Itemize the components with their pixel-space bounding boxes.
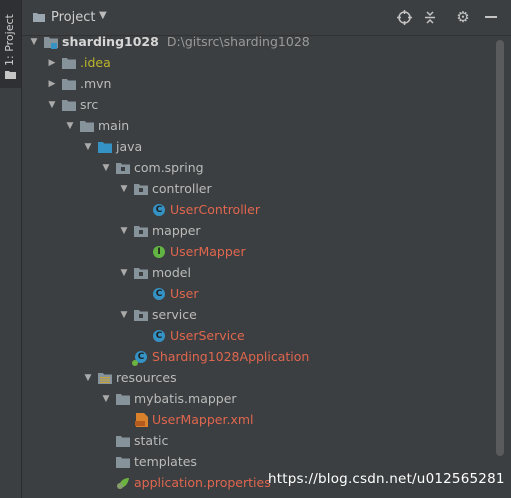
source-folder-icon [98, 140, 112, 154]
watermark: https://blog.csdn.net/u012565281 [268, 471, 505, 487]
tree-row[interactable]: ▶ .idea [46, 52, 111, 73]
tree-row[interactable]: ▶templates [100, 451, 197, 472]
tree-item-label: service [152, 307, 197, 322]
tree-row[interactable]: ▶CUserService [136, 325, 245, 346]
resources-folder-icon [98, 371, 112, 385]
package-icon [134, 182, 148, 196]
locate-target-icon[interactable] [395, 8, 413, 26]
class-icon: C [152, 287, 166, 301]
tree-row[interactable]: ▼ mybatis.mapper [100, 388, 237, 409]
expand-down-arrow-icon[interactable]: ▼ [118, 268, 130, 278]
tree-item-label: static [134, 433, 169, 448]
tree-item-label: Sharding1028Application [152, 349, 310, 364]
folder-icon [62, 98, 76, 112]
class-icon: C [152, 203, 166, 217]
expand-down-arrow-icon[interactable]: ▼ [28, 37, 40, 47]
expand-down-arrow-icon[interactable]: ▼ [118, 226, 130, 236]
expand-down-arrow-icon[interactable]: ▼ [100, 394, 112, 404]
expand-down-arrow-icon[interactable]: ▼ [82, 142, 94, 152]
folder-icon [116, 434, 130, 448]
expand-right-arrow-icon[interactable]: ▶ [46, 58, 58, 68]
tree-item-label: .idea [80, 55, 111, 70]
tree-item-label: UserController [170, 202, 260, 217]
tree-row[interactable]: ▶application.properties [100, 472, 271, 493]
module-folder-icon [44, 35, 58, 49]
tree-item-label: src [80, 97, 99, 112]
package-icon [134, 308, 148, 322]
package-icon [116, 161, 130, 175]
module-path: D:\gitsrc\sharding1028 [166, 34, 310, 49]
vertical-scrollbar[interactable] [496, 40, 504, 456]
tree-row[interactable]: ▼ resources [82, 367, 177, 388]
expand-down-arrow-icon[interactable]: ▼ [82, 373, 94, 383]
xml-file-icon [134, 412, 148, 427]
folder-icon [33, 13, 45, 22]
expand-down-arrow-icon[interactable]: ▼ [118, 184, 130, 194]
tree-item-label: UserMapper [170, 244, 246, 259]
tree-row[interactable]: ▶IUserMapper [136, 241, 246, 262]
expand-down-arrow-icon[interactable]: ▼ [118, 310, 130, 320]
tree-item-label: java [116, 139, 143, 154]
tree-row[interactable]: ▼ java [82, 136, 143, 157]
tree-item-label: application.properties [134, 475, 271, 490]
tree-row[interactable]: ▼ mapper [118, 220, 201, 241]
folder-icon [62, 56, 76, 70]
tree-row[interactable]: ▼ src [46, 94, 99, 115]
gear-icon[interactable]: ⚙ [454, 8, 472, 26]
tree-item-label: model [152, 265, 191, 280]
tree-row[interactable]: ▼ com.spring [100, 157, 204, 178]
tree-item-label: User [170, 286, 199, 301]
minimize-icon[interactable] [482, 8, 500, 26]
tree-row[interactable]: ▶CUserController [136, 199, 260, 220]
tree-item-label: controller [152, 181, 212, 196]
tree-item-label: sharding1028 [62, 34, 159, 49]
expand-right-arrow-icon[interactable]: ▶ [46, 79, 58, 89]
expand-down-arrow-icon[interactable]: ▼ [46, 100, 58, 110]
tree-row[interactable]: ▼ sharding1028 D:\gitsrc\sharding1028 [28, 31, 310, 52]
tree-item-label: templates [134, 454, 197, 469]
tree-row[interactable]: ▼ controller [118, 178, 212, 199]
tree-item-label: main [98, 118, 130, 133]
project-tool-tab-label: 1: Project [3, 14, 16, 66]
panel-title[interactable]: Project [51, 10, 95, 25]
folder-icon [80, 119, 94, 133]
folder-icon [62, 77, 76, 91]
chevron-down-icon[interactable]: ▼ [99, 10, 107, 21]
collapse-all-icon[interactable] [421, 8, 439, 26]
class-icon: C [152, 329, 166, 343]
tree-row[interactable]: ▶UserMapper.xml [118, 409, 254, 430]
tree-row[interactable]: ▼ service [118, 304, 197, 325]
tree-row[interactable]: ▶static [100, 430, 168, 451]
package-icon [134, 224, 148, 238]
project-tool-tab[interactable]: 1: Project [0, 0, 22, 88]
tree-row[interactable]: ▶ .mvn [46, 73, 112, 94]
package-icon [134, 266, 148, 280]
tree-item-label: mapper [152, 223, 201, 238]
tree-row[interactable]: ▼ main [64, 115, 130, 136]
tree-row[interactable]: ▶CUser [136, 283, 199, 304]
tree-row[interactable]: ▶CSharding1028Application [118, 346, 309, 367]
folder-icon [116, 455, 130, 469]
folder-icon [5, 71, 16, 79]
folder-icon [116, 392, 130, 406]
tree-item-label: .mvn [80, 76, 112, 91]
spring-boot-class-icon: C [132, 350, 148, 366]
properties-file-icon [116, 476, 130, 490]
tree-item-label: resources [116, 370, 177, 385]
tree-item-label: UserService [170, 328, 245, 343]
interface-icon: I [152, 245, 166, 259]
expand-down-arrow-icon[interactable]: ▼ [100, 163, 112, 173]
tree-item-label: mybatis.mapper [134, 391, 237, 406]
tree-item-label: com.spring [134, 160, 204, 175]
tree-item-label: UserMapper.xml [152, 412, 254, 427]
expand-down-arrow-icon[interactable]: ▼ [64, 121, 76, 131]
tree-row[interactable]: ▼ model [118, 262, 191, 283]
